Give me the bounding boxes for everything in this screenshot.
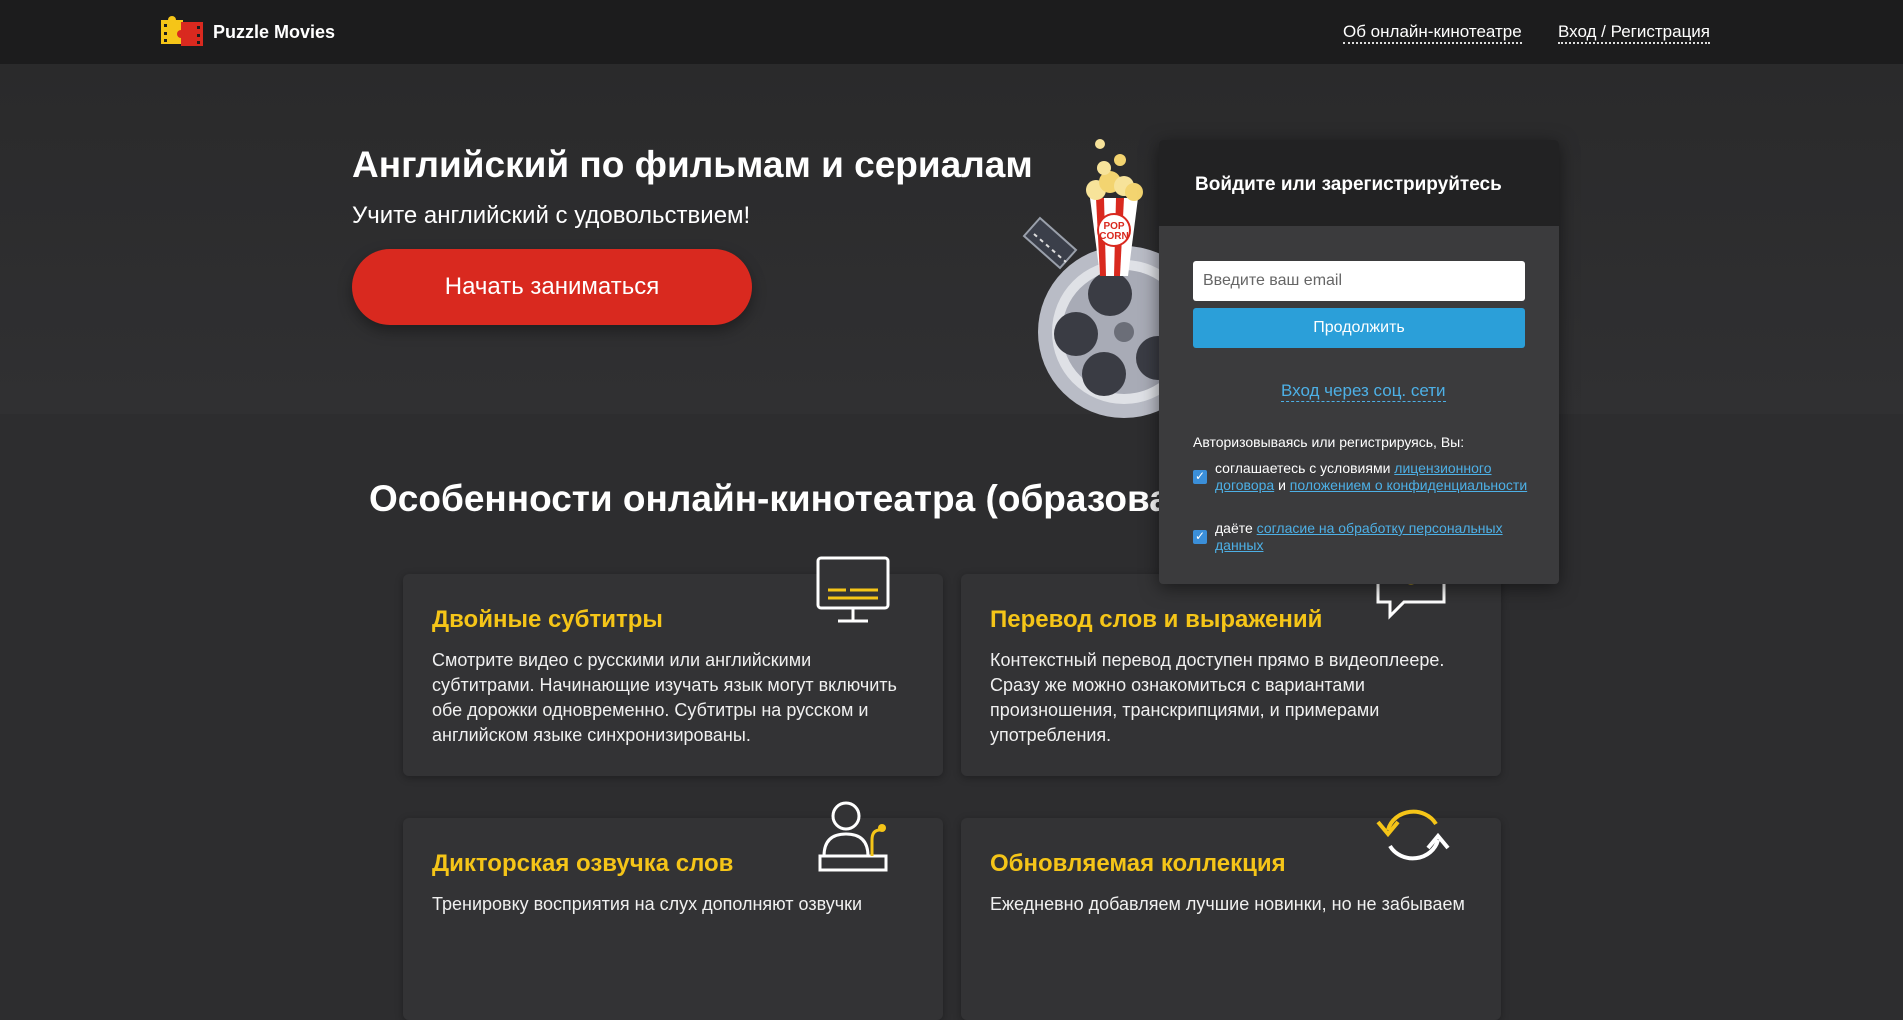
feature-card-voiceover: Дикторская озвучка слов Тренировку воспр…	[403, 801, 943, 1020]
announcer-microphone-icon	[818, 801, 888, 872]
consent-intro: Авторизовываясь или регистрируясь, Вы:	[1193, 434, 1465, 450]
continue-button[interactable]: Продолжить	[1193, 308, 1525, 348]
feature-text: Смотрите видео с русскими или английским…	[432, 650, 897, 745]
popcorn-film-reel-illustration: POP CORN	[1022, 139, 1180, 418]
consent-license: соглашаетесь с условиями лицензионного д…	[1193, 460, 1533, 494]
personal-data-checkbox[interactable]	[1193, 528, 1207, 545]
feature-card-collection: Обновляемая коллекция Ежедневно добавляе…	[961, 809, 1501, 1020]
consent-text: соглашаетесь с условиями	[1215, 460, 1395, 476]
hero-subtitle: Учите английский с удовольствием!	[352, 202, 751, 229]
brand-logo[interactable]: Puzzle Movies	[159, 14, 335, 50]
top-navigation-bar: Puzzle Movies Об онлайн-кинотеатре Вход …	[0, 0, 1903, 64]
auth-heading: Войдите или зарегистрируйтесь	[1195, 174, 1502, 195]
hero-section	[0, 64, 1903, 414]
feature-text: Тренировку восприятия на слух дополняют …	[432, 894, 863, 914]
hero-title: Английский по фильмам и сериалам	[352, 144, 1033, 185]
popcorn-label-corn: CORN	[1099, 231, 1128, 242]
privacy-policy-link[interactable]: положением о конфиденциальности	[1290, 477, 1527, 493]
monitor-subtitles-icon	[816, 556, 890, 623]
auth-panel-header: Войдите или зарегистрируйтесь	[1159, 140, 1559, 226]
feature-text: Контекстный перевод доступен прямо в вид…	[990, 650, 1445, 745]
auth-panel: Войдите или зарегистрируйтесь Продолжить…	[1159, 140, 1559, 584]
brand-name: Puzzle Movies	[213, 21, 336, 42]
feature-text: Ежедневно добавляем лучшие новинки, но н…	[990, 894, 1465, 914]
features-section-title: Особенности онлайн-кинотеатра (образоват…	[369, 478, 1209, 519]
feature-card-translation: Перевод слов и выражений Контекстный пер…	[961, 562, 1501, 776]
consent-personal-text: даёте согласие на обработку персональных…	[1215, 520, 1533, 554]
refresh-arrows-icon	[1376, 809, 1450, 861]
feature-card-dual-subtitles: Двойные субтитры Смотрите видео с русски…	[403, 556, 943, 776]
feature-title: Перевод слов и выражений	[990, 606, 1323, 633]
nav-link-about[interactable]: Об онлайн-кинотеатре	[1343, 22, 1522, 44]
consent-personal-data: даёте согласие на обработку персональных…	[1193, 520, 1533, 554]
consent-text: и	[1274, 477, 1290, 493]
consent-license-text: соглашаетесь с условиями лицензионного д…	[1215, 460, 1533, 494]
personal-data-link[interactable]: согласие на обработку персональных данны…	[1215, 520, 1503, 553]
feature-title: Двойные субтитры	[432, 606, 663, 633]
license-checkbox[interactable]	[1193, 468, 1207, 485]
puzzle-film-icon	[161, 16, 203, 46]
nav-link-login[interactable]: Вход / Регистрация	[1558, 22, 1711, 44]
feature-title: Дикторская озвучка слов	[432, 850, 734, 877]
start-learning-button[interactable]: Начать заниматься	[352, 249, 752, 325]
social-login-link[interactable]: Вход через соц. сети	[1281, 381, 1446, 402]
feature-title: Обновляемая коллекция	[990, 850, 1286, 877]
email-input[interactable]	[1193, 261, 1525, 301]
consent-text: даёте	[1215, 520, 1257, 536]
